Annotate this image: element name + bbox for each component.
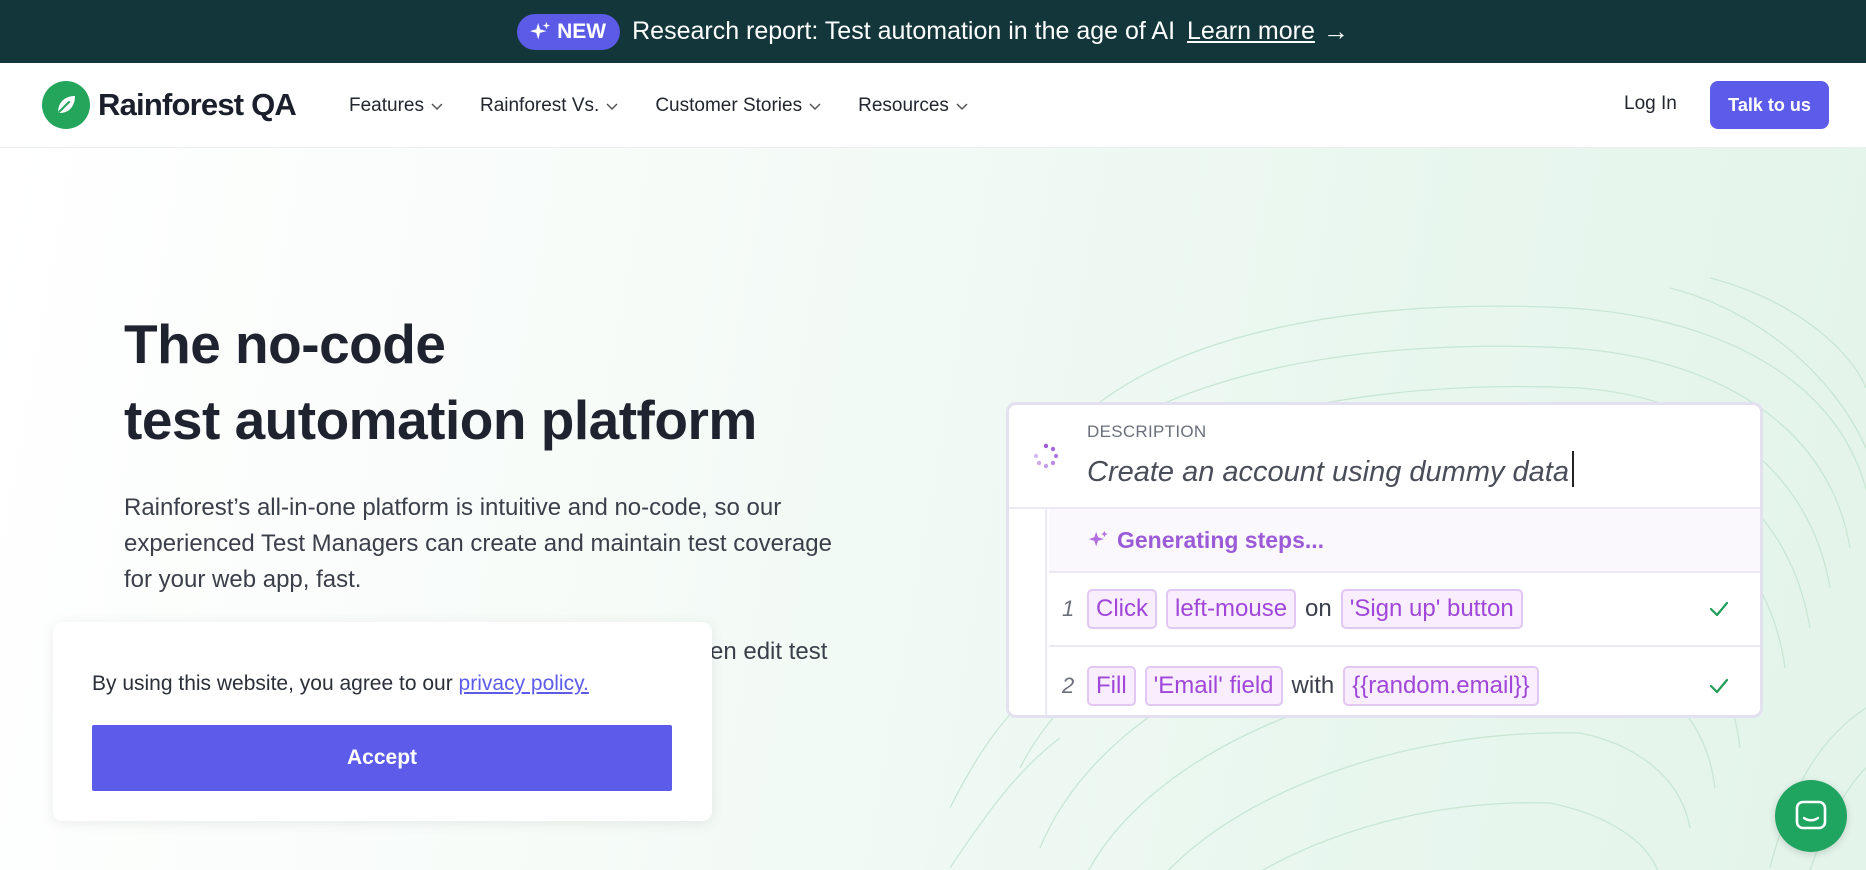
cookie-text: By using this website, you agree to our [92, 672, 453, 695]
nav-item-label: Customer Stories [655, 94, 803, 116]
chat-icon [1795, 800, 1827, 830]
test-generation-card: DESCRIPTION Create an account using dumm… [1006, 402, 1763, 718]
nav-item-label: Rainforest Vs. [479, 94, 600, 116]
step-action-chip: Click [1087, 589, 1157, 629]
sparkle-icon [1088, 530, 1108, 547]
description-value: Create an account using dummy data [1087, 456, 1569, 488]
step-arg-chip: 'Email' field [1144, 666, 1283, 706]
arrow-right-icon[interactable]: → [1323, 16, 1349, 47]
step-number: 2 [1062, 673, 1075, 698]
chevron-down-icon [606, 102, 618, 110]
main-nav: Rainforest QA Features Rainforest Vs. Cu… [0, 63, 1866, 148]
chevron-down-icon [431, 102, 443, 110]
hero-description: Rainforest’s all-in-one platform is intu… [124, 494, 832, 593]
hero-headline: The no-code test automation platform [124, 306, 824, 458]
brand-name: Rainforest QA [98, 87, 297, 122]
new-badge: NEW [517, 13, 621, 50]
headline-line-2: test automation platform [124, 389, 757, 451]
step-action-chip: Fill [1087, 666, 1136, 706]
description-header: DESCRIPTION Create an account using dumm… [1009, 405, 1760, 509]
headline-line-1: The no-code [124, 313, 446, 375]
nav-item-label: Features [349, 94, 424, 116]
privacy-policy-link[interactable]: privacy policy. [459, 672, 589, 695]
talk-to-us-button[interactable]: Talk to us [1710, 81, 1829, 129]
nav-menu: Features Rainforest Vs. Customer Stories… [349, 63, 1005, 148]
steps-rail [1009, 509, 1047, 715]
text-caret [1572, 451, 1574, 487]
brand-logo[interactable]: Rainforest QA [42, 81, 297, 129]
check-icon [1709, 678, 1729, 694]
spinner-icon [1033, 443, 1059, 469]
leaf-icon [42, 81, 90, 129]
announcement-text: Research report: Test automation in the … [632, 17, 1176, 45]
check-icon [1709, 601, 1729, 617]
description-input[interactable]: Create an account using dummy data [1087, 451, 1574, 489]
hero-description-partial: en edit test [710, 638, 828, 665]
step-target-chip: {{random.email}} [1343, 666, 1539, 706]
test-step: 2 Fill 'Email' field with {{random.email… [1049, 649, 1760, 715]
step-joiner: with [1291, 672, 1335, 699]
step-target-chip: 'Sign up' button [1340, 589, 1523, 629]
announcement-bar: NEW Research report: Test automation in … [0, 0, 1866, 63]
step-joiner: on [1305, 595, 1332, 622]
login-link[interactable]: Log In [1624, 93, 1677, 115]
chevron-down-icon [956, 102, 968, 110]
chat-launcher-button[interactable] [1775, 780, 1847, 852]
generating-status: Generating steps... [1049, 509, 1760, 573]
learn-more-link[interactable]: Learn more [1187, 17, 1315, 46]
cookie-banner: By using this website, you agree to our … [53, 622, 712, 821]
nav-item-customer-stories[interactable]: Customer Stories [655, 95, 822, 117]
chevron-down-icon [809, 102, 821, 110]
sparkle-icon [530, 21, 551, 39]
nav-item-label: Resources [858, 94, 949, 116]
nav-item-features[interactable]: Features [349, 95, 444, 117]
description-label: DESCRIPTION [1087, 422, 1207, 441]
new-badge-label: NEW [557, 19, 607, 43]
accept-cookies-button[interactable]: Accept [92, 725, 672, 791]
generating-label: Generating steps... [1117, 526, 1325, 553]
test-step: 1 Click left-mouse on 'Sign up' button [1049, 573, 1760, 647]
step-number: 1 [1062, 596, 1075, 621]
nav-item-rainforest-vs[interactable]: Rainforest Vs. [480, 95, 619, 117]
step-arg-chip: left-mouse [1166, 589, 1297, 629]
cookie-message: By using this website, you agree to our … [92, 672, 589, 696]
nav-item-resources[interactable]: Resources [858, 95, 969, 117]
